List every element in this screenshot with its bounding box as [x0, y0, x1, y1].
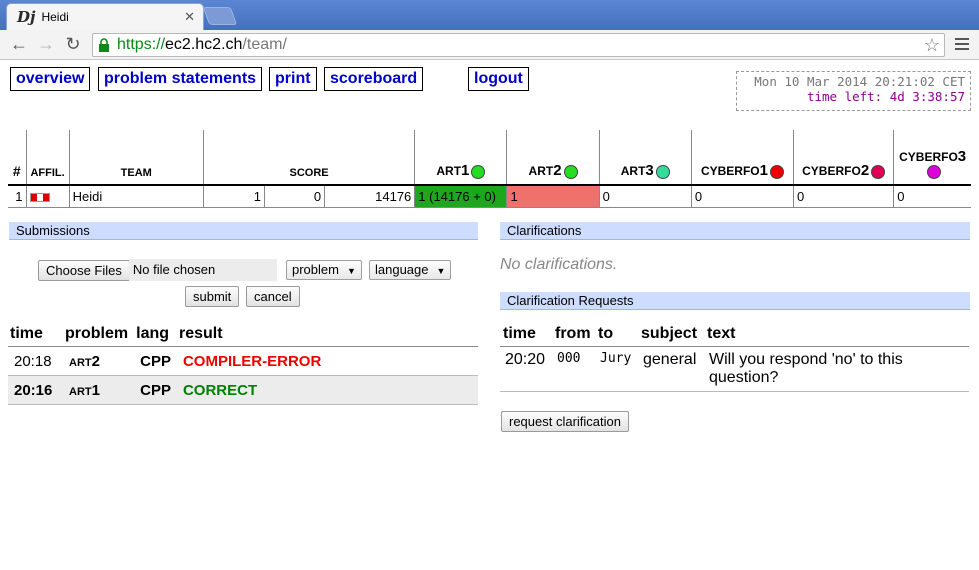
problem-header-art3[interactable]: ART3	[598, 130, 692, 185]
overview-link[interactable]: overview	[10, 67, 91, 91]
browser-toolbar: ← → ↻ https://ec2.hc2.ch/team/ ☆	[0, 30, 979, 60]
submission-lang: CPP	[134, 346, 177, 376]
lock-icon	[97, 38, 111, 52]
submission-row[interactable]: 20:16 ART1 CPP CORRECT	[8, 375, 478, 405]
scoreboard-row: 1 Heidi 1 0 14176 1 (14176 + 0) 1 0 0 0 …	[8, 185, 971, 208]
lang-column-header: lang	[134, 322, 177, 347]
problem-header-cyberfo3[interactable]: CYBERFO3	[893, 130, 971, 185]
django-favicon-icon: Dj	[17, 8, 36, 26]
team-name[interactable]: Heidi	[68, 185, 204, 208]
balloon-icon	[769, 165, 784, 179]
new-tab-button[interactable]	[202, 7, 238, 25]
submit-button[interactable]: submit	[185, 286, 240, 307]
back-arrow-icon[interactable]: ←	[6, 34, 32, 56]
problem-header-art1[interactable]: ART1	[414, 130, 507, 185]
submissions-table: time problem lang result 20:18 ART2 CPP …	[8, 322, 478, 405]
clarification-requests-table: time from to subject text 20:20 000 Jury…	[500, 322, 969, 392]
browser-tab-bar: Dj Heidi ✕	[0, 0, 979, 30]
url-text: https://ec2.hc2.ch/team/	[117, 36, 287, 53]
submissions-heading: Submissions	[9, 222, 478, 240]
clar-to-header: to	[595, 322, 638, 347]
clar-from-header: from	[552, 322, 595, 347]
clar-text: Will you respond 'no' to this question?	[704, 346, 969, 392]
language-select[interactable]: language ▼	[369, 260, 452, 280]
page-content: overview problem statements print scoreb…	[0, 60, 979, 570]
scoreboard-link[interactable]: scoreboard	[324, 67, 424, 91]
logout-link[interactable]: logout	[468, 67, 529, 91]
address-bar[interactable]: https://ec2.hc2.ch/team/ ☆	[92, 33, 945, 57]
time-column-header: time	[8, 322, 63, 347]
submission-lang: CPP	[134, 375, 177, 405]
dropdown-arrow-icon: ▼	[346, 266, 356, 276]
clar-from: 000	[552, 346, 595, 392]
score-header: SCORE	[202, 130, 415, 185]
affiliation-header: AFFIL.	[25, 130, 70, 185]
submission-result: COMPILER-ERROR	[176, 346, 478, 376]
problem-cell-art3: 0	[598, 185, 692, 208]
current-time: Mon 10 Mar 2014 20:21:02 CET	[754, 74, 965, 89]
penalty-count: 0	[263, 185, 325, 208]
problem-select[interactable]: problem ▼	[286, 260, 362, 280]
balloon-icon	[655, 165, 670, 179]
print-link[interactable]: print	[269, 67, 317, 91]
request-clarification-button[interactable]: request clarification	[501, 411, 629, 432]
problem-header-cyberfo2[interactable]: CYBERFO2	[793, 130, 894, 185]
bookmark-star-icon[interactable]: ☆	[924, 35, 940, 56]
balloon-icon	[926, 165, 941, 179]
submission-result: CORRECT	[176, 375, 478, 405]
contest-clock: Mon 10 Mar 2014 20:21:02 CET time left: …	[736, 71, 971, 111]
clarification-requests-heading: Clarification Requests	[500, 292, 970, 310]
result-column-header: result	[176, 322, 478, 347]
clar-time-header: time	[500, 322, 552, 347]
affiliation-flag-icon	[25, 185, 70, 208]
file-input[interactable]: Choose Files No file chosen	[38, 259, 277, 281]
problem-cell-cyberfo1: 0	[690, 185, 794, 208]
scoreboard-table: # AFFIL. TEAM SCORE ART1 ART2 ART3 CYBER…	[8, 130, 971, 208]
clarifications-heading: Clarifications	[500, 222, 970, 240]
problem-statements-link[interactable]: problem statements	[98, 67, 263, 91]
problem-column-header: problem	[63, 322, 135, 347]
menu-icon[interactable]	[955, 38, 969, 53]
balloon-icon	[471, 165, 486, 179]
problem-cell-cyberfo3: 0	[893, 185, 971, 208]
clar-text-header: text	[704, 322, 969, 347]
problem-cell-art2: 1	[506, 185, 600, 208]
problem-header-cyberfo1[interactable]: CYBERFO1	[690, 130, 794, 185]
balloon-icon	[871, 165, 886, 179]
submission-problem: ART2	[63, 346, 135, 376]
problem-cell-art1: 1 (14176 + 0)	[414, 185, 507, 208]
forward-arrow-icon[interactable]: →	[33, 34, 59, 56]
submission-problem: ART1	[63, 375, 135, 405]
problem-cell-cyberfo2: 0	[793, 185, 894, 208]
reload-icon[interactable]: ↻	[60, 34, 86, 56]
rank-cell: 1	[8, 185, 27, 208]
tab-title: Heidi	[41, 10, 69, 24]
solved-count: 1	[202, 185, 265, 208]
scoreboard-header-row: # AFFIL. TEAM SCORE ART1 ART2 ART3 CYBER…	[8, 130, 971, 185]
team-header: TEAM	[68, 130, 204, 185]
cancel-button[interactable]: cancel	[246, 286, 300, 307]
browser-tab[interactable]: Dj Heidi ✕	[6, 3, 204, 30]
submission-time: 20:16	[8, 375, 63, 405]
no-clarifications-text: No clarifications.	[500, 256, 618, 273]
submission-time: 20:18	[8, 346, 63, 376]
clarification-request-row[interactable]: 20:20 000 Jury general Will you respond …	[500, 346, 969, 392]
clar-subject-header: subject	[638, 322, 704, 347]
clar-time: 20:20	[500, 346, 552, 392]
clar-to: Jury	[595, 346, 638, 392]
choose-files-button[interactable]: Choose Files	[38, 259, 130, 281]
dropdown-arrow-icon: ▼	[436, 266, 446, 276]
balloon-icon	[563, 165, 578, 179]
close-tab-icon[interactable]: ✕	[184, 9, 195, 25]
problem-header-art2[interactable]: ART2	[506, 130, 600, 185]
file-name: No file chosen	[128, 259, 277, 281]
submission-row[interactable]: 20:18 ART2 CPP COMPILER-ERROR	[8, 346, 478, 376]
clar-subject: general	[638, 346, 704, 392]
total-time: 14176	[324, 185, 415, 208]
time-left: time left: 4d 3:38:57	[806, 89, 965, 104]
rank-header: #	[12, 163, 21, 179]
